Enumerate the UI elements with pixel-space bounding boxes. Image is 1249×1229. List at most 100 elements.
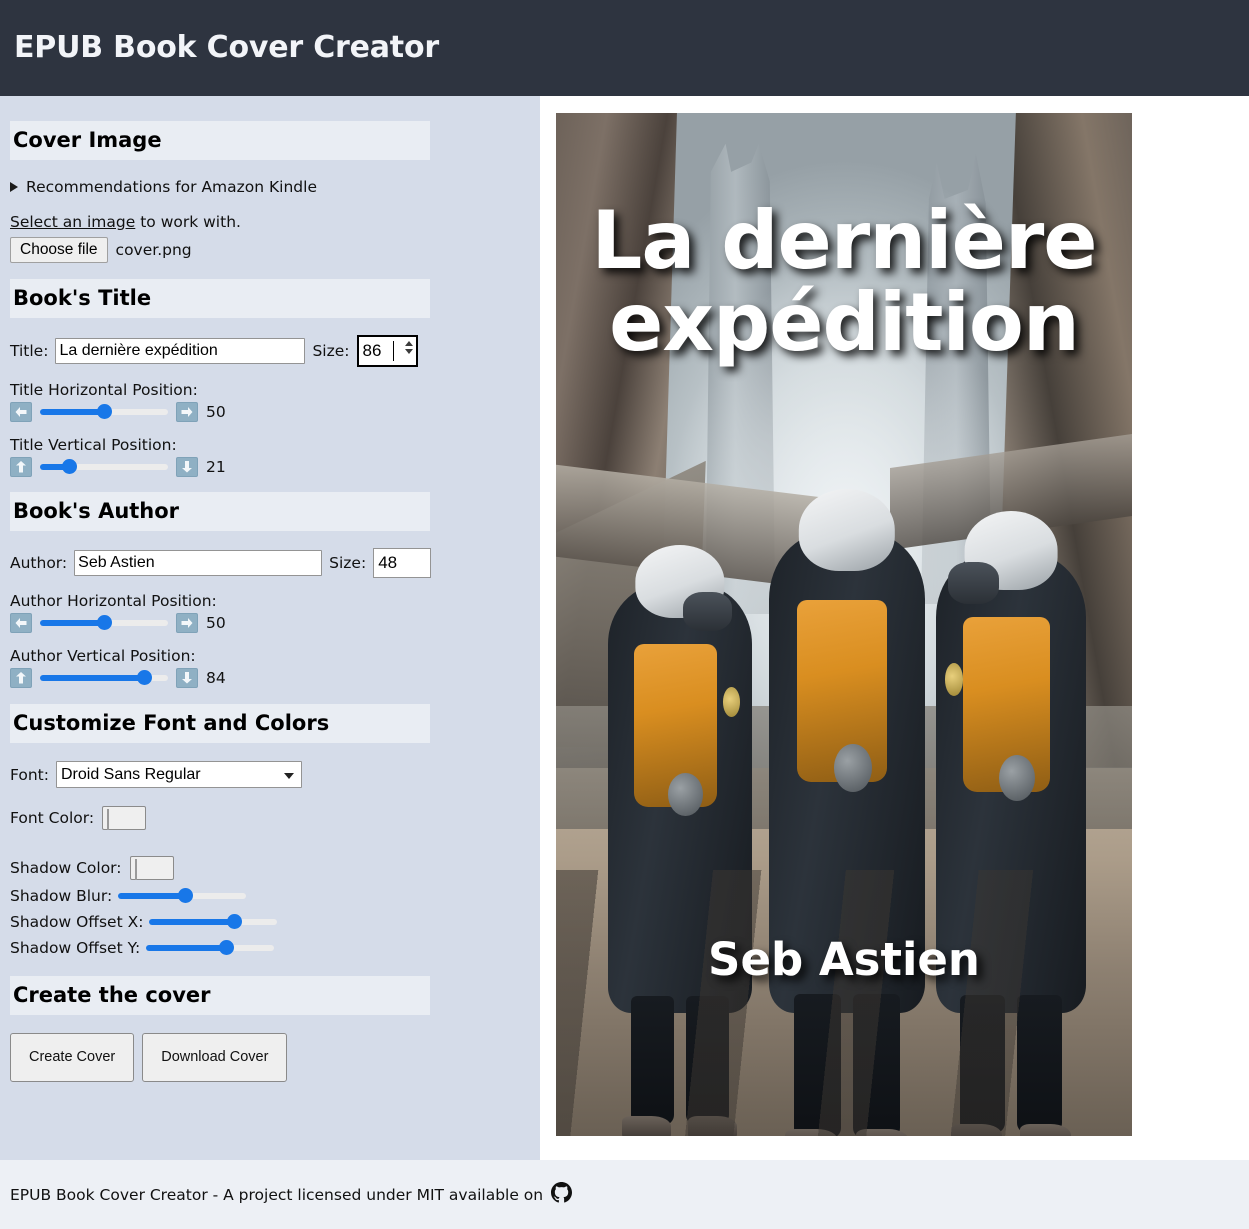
font-label: Font: (10, 765, 49, 784)
github-icon[interactable] (551, 1182, 573, 1207)
selected-file-name: cover.png (115, 240, 192, 259)
section-header-customize: Customize Font and Colors (10, 704, 430, 744)
shadow-color-row: Shadow Color: (0, 856, 540, 881)
select-image-rest: to work with. (135, 213, 241, 231)
app-root: EPUB Book Cover Creator Cover Image Reco… (0, 0, 1249, 1229)
font-row: Font: Droid Sans Regular (0, 761, 540, 789)
figure-canister (834, 744, 872, 793)
chevron-down-icon (283, 772, 294, 779)
title-horizontal-slider[interactable] (40, 404, 168, 420)
slider-fill (146, 945, 226, 952)
app-title: EPUB Book Cover Creator (14, 30, 439, 65)
shadow-offset-x-slider[interactable] (149, 914, 278, 930)
title-vertical-row: 21 (0, 457, 540, 478)
author-vertical-slider[interactable] (40, 670, 168, 686)
app-header: EPUB Book Cover Creator (0, 0, 1249, 96)
arrow-left-icon[interactable] (10, 613, 32, 634)
author-vertical-label: Author Vertical Position: (10, 647, 196, 666)
text-caret (392, 341, 394, 362)
slider-thumb[interactable] (136, 670, 152, 686)
arrow-down-icon[interactable] (176, 457, 198, 478)
section-header-cover-image: Cover Image (10, 121, 430, 160)
slider-thumb[interactable] (218, 940, 234, 956)
section-header-create: Create the cover (10, 976, 430, 1016)
file-picker-block: Select an image to work with. Choose fil… (10, 213, 540, 264)
title-input[interactable] (55, 338, 306, 365)
font-color-picker[interactable] (102, 806, 147, 831)
slider-fill (40, 409, 104, 416)
slider-thumb[interactable] (226, 914, 242, 930)
title-vertical-label: Title Vertical Position: (10, 436, 177, 455)
app-footer: EPUB Book Cover Creator - A project lice… (0, 1160, 1249, 1229)
arrow-left-icon[interactable] (10, 402, 32, 423)
download-cover-button[interactable]: Download Cover (142, 1033, 288, 1082)
arrow-right-icon[interactable] (176, 613, 198, 634)
title-field-row: Title: Size: (0, 335, 540, 368)
title-horizontal-label: Title Horizontal Position: (10, 381, 198, 400)
author-size-label: Size: (329, 554, 367, 573)
cover-cast-shadows (556, 870, 1132, 1136)
arrow-up-icon[interactable] (10, 668, 32, 689)
shadow-offset-y-slider[interactable] (146, 940, 275, 956)
choose-file-button[interactable]: Choose file (10, 236, 108, 264)
slider-thumb[interactable] (97, 615, 112, 631)
select-image-link[interactable]: Select an image (10, 213, 135, 231)
cover-canvas[interactable]: La dernière expédition Seb Astien (556, 113, 1132, 1136)
author-horizontal-slider[interactable] (40, 615, 168, 631)
body-wrapper: Cover Image Recommendations for Amazon K… (0, 96, 1249, 1160)
font-color-swatch-inner (107, 809, 110, 831)
author-vertical-value: 84 (206, 669, 226, 688)
author-vertical-row: 84 (0, 668, 540, 689)
shadow-color-picker[interactable] (129, 856, 174, 881)
title-vertical-slider[interactable] (40, 459, 168, 475)
slider-fill (118, 893, 185, 900)
shadow-color-swatch-inner (134, 859, 137, 881)
title-size-spinner[interactable] (404, 341, 413, 355)
title-size-label: Size: (312, 342, 350, 361)
figure-helmet (798, 489, 896, 571)
shadow-blur-label: Shadow Blur: (10, 887, 113, 906)
arrow-up-icon[interactable] (10, 457, 32, 478)
arrow-right-icon[interactable] (176, 402, 198, 423)
section-header-book-author: Book's Author (10, 492, 430, 532)
font-color-row: Font Color: (0, 806, 540, 831)
title-size-stepper[interactable] (356, 335, 418, 368)
recommendations-disclosure[interactable]: Recommendations for Amazon Kindle (10, 178, 317, 196)
figure-badge (723, 686, 741, 717)
triangle-right-icon (10, 182, 18, 192)
controls-sidebar: Cover Image Recommendations for Amazon K… (0, 96, 540, 1160)
shadow-blur-row: Shadow Blur: (0, 886, 540, 906)
title-horizontal-row: 50 (0, 402, 540, 423)
arrow-down-icon[interactable] (176, 668, 198, 689)
figure-canister (668, 772, 703, 816)
create-buttons-row: Create Cover Download Cover (0, 1033, 540, 1082)
shadow-offset-x-label: Shadow Offset X: (10, 913, 144, 932)
footer-text: EPUB Book Cover Creator - A project lice… (10, 1185, 544, 1204)
recommendations-label: Recommendations for Amazon Kindle (26, 178, 317, 196)
slider-fill (149, 919, 234, 926)
create-cover-button[interactable]: Create Cover (10, 1033, 135, 1082)
shadow-offset-y-label: Shadow Offset Y: (10, 939, 141, 958)
cover-preview-pane: La dernière expédition Seb Astien (540, 96, 1249, 1160)
font-color-label: Font Color: (10, 809, 95, 828)
spinner-up-icon[interactable] (404, 341, 413, 347)
shadow-blur-slider[interactable] (118, 888, 247, 904)
slider-fill (40, 675, 148, 682)
author-size-input[interactable] (373, 548, 432, 579)
slider-thumb[interactable] (177, 888, 193, 904)
title-horizontal-value: 50 (206, 403, 226, 422)
figure-badge (945, 663, 964, 696)
font-select[interactable]: Droid Sans Regular (55, 761, 302, 789)
figure-visor (682, 592, 732, 631)
title-label: Title: (10, 342, 49, 361)
author-horizontal-label: Author Horizontal Position: (10, 592, 217, 611)
spinner-down-icon[interactable] (404, 349, 413, 355)
author-size-stepper[interactable] (373, 548, 432, 579)
author-horizontal-value: 50 (206, 614, 226, 633)
slider-fill (40, 620, 104, 627)
slider-thumb[interactable] (97, 404, 112, 420)
author-input[interactable] (74, 550, 323, 577)
slider-thumb[interactable] (61, 459, 77, 475)
file-picker-description: Select an image to work with. (10, 213, 540, 232)
author-horizontal-row: 50 (0, 613, 540, 634)
